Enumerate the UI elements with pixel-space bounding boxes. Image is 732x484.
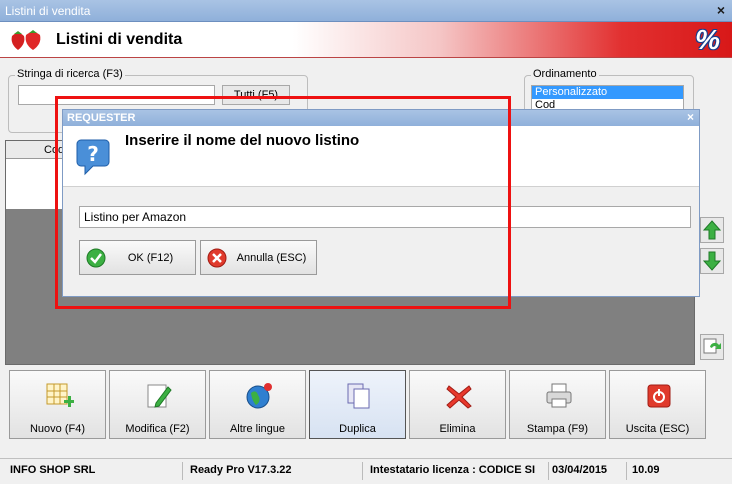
status-time: 10.09 xyxy=(632,464,660,476)
copy-icon xyxy=(347,383,370,409)
status-version: Ready Pro V17.3.22 xyxy=(190,464,292,476)
globe-icon xyxy=(246,383,272,409)
move-down-button[interactable] xyxy=(700,248,724,274)
uscita-button[interactable]: Uscita (ESC) xyxy=(609,370,706,439)
page-header: Listini di vendita % xyxy=(0,22,732,58)
modifica-label: Modifica (F2) xyxy=(125,423,190,435)
stampa-label: Stampa (F9) xyxy=(526,423,589,435)
refresh-icon xyxy=(703,338,721,354)
arrow-down-icon xyxy=(702,251,722,271)
modifica-button[interactable]: Modifica (F2) xyxy=(109,370,206,439)
ordering-label: Ordinamento xyxy=(531,68,599,80)
duplica-label: Duplica xyxy=(339,423,376,435)
window-close-button[interactable]: × xyxy=(717,2,725,18)
status-separator xyxy=(362,462,363,480)
highlight-frame xyxy=(55,96,511,309)
move-up-button[interactable] xyxy=(700,217,724,243)
status-date: 03/04/2015 xyxy=(552,464,608,476)
window-title: Listini di vendita xyxy=(5,4,91,18)
elimina-label: Elimina xyxy=(439,423,476,435)
duplica-button[interactable]: Duplica xyxy=(309,370,406,439)
altre-lingue-label: Altre lingue xyxy=(229,423,286,435)
search-label: Stringa di ricerca (F3) xyxy=(15,68,125,80)
refresh-button[interactable] xyxy=(700,334,724,360)
status-company: INFO SHOP SRL xyxy=(10,464,96,476)
nuovo-label: Nuovo (F4) xyxy=(29,423,86,435)
arrow-up-icon xyxy=(702,220,722,240)
elimina-button[interactable]: Elimina xyxy=(409,370,506,439)
status-license: Intestatario licenza : CODICE SI xyxy=(370,464,536,476)
nuovo-button[interactable]: Nuovo (F4) xyxy=(9,370,106,439)
exit-icon xyxy=(647,384,671,408)
grid-add-icon xyxy=(46,383,74,407)
status-separator xyxy=(182,462,183,480)
page-title: Listini di vendita xyxy=(56,31,183,48)
dialog-close-button[interactable]: × xyxy=(687,110,694,124)
altre-lingue-button[interactable]: Altre lingue xyxy=(209,370,306,439)
percent-icon: % xyxy=(695,24,720,55)
status-separator xyxy=(548,462,549,480)
status-bar: INFO SHOP SRL Ready Pro V17.3.22 Intesta… xyxy=(0,458,732,484)
printer-icon xyxy=(546,383,572,408)
stampa-button[interactable]: Stampa (F9) xyxy=(509,370,606,439)
uscita-label: Uscita (ESC) xyxy=(625,423,690,435)
strawberries-icon xyxy=(11,30,41,50)
ordering-option[interactable]: Personalizzato xyxy=(532,86,683,99)
window-titlebar: Listini di vendita × xyxy=(0,0,732,22)
status-separator xyxy=(626,462,627,480)
delete-x-icon xyxy=(446,385,472,409)
edit-pencil-icon xyxy=(147,384,172,408)
